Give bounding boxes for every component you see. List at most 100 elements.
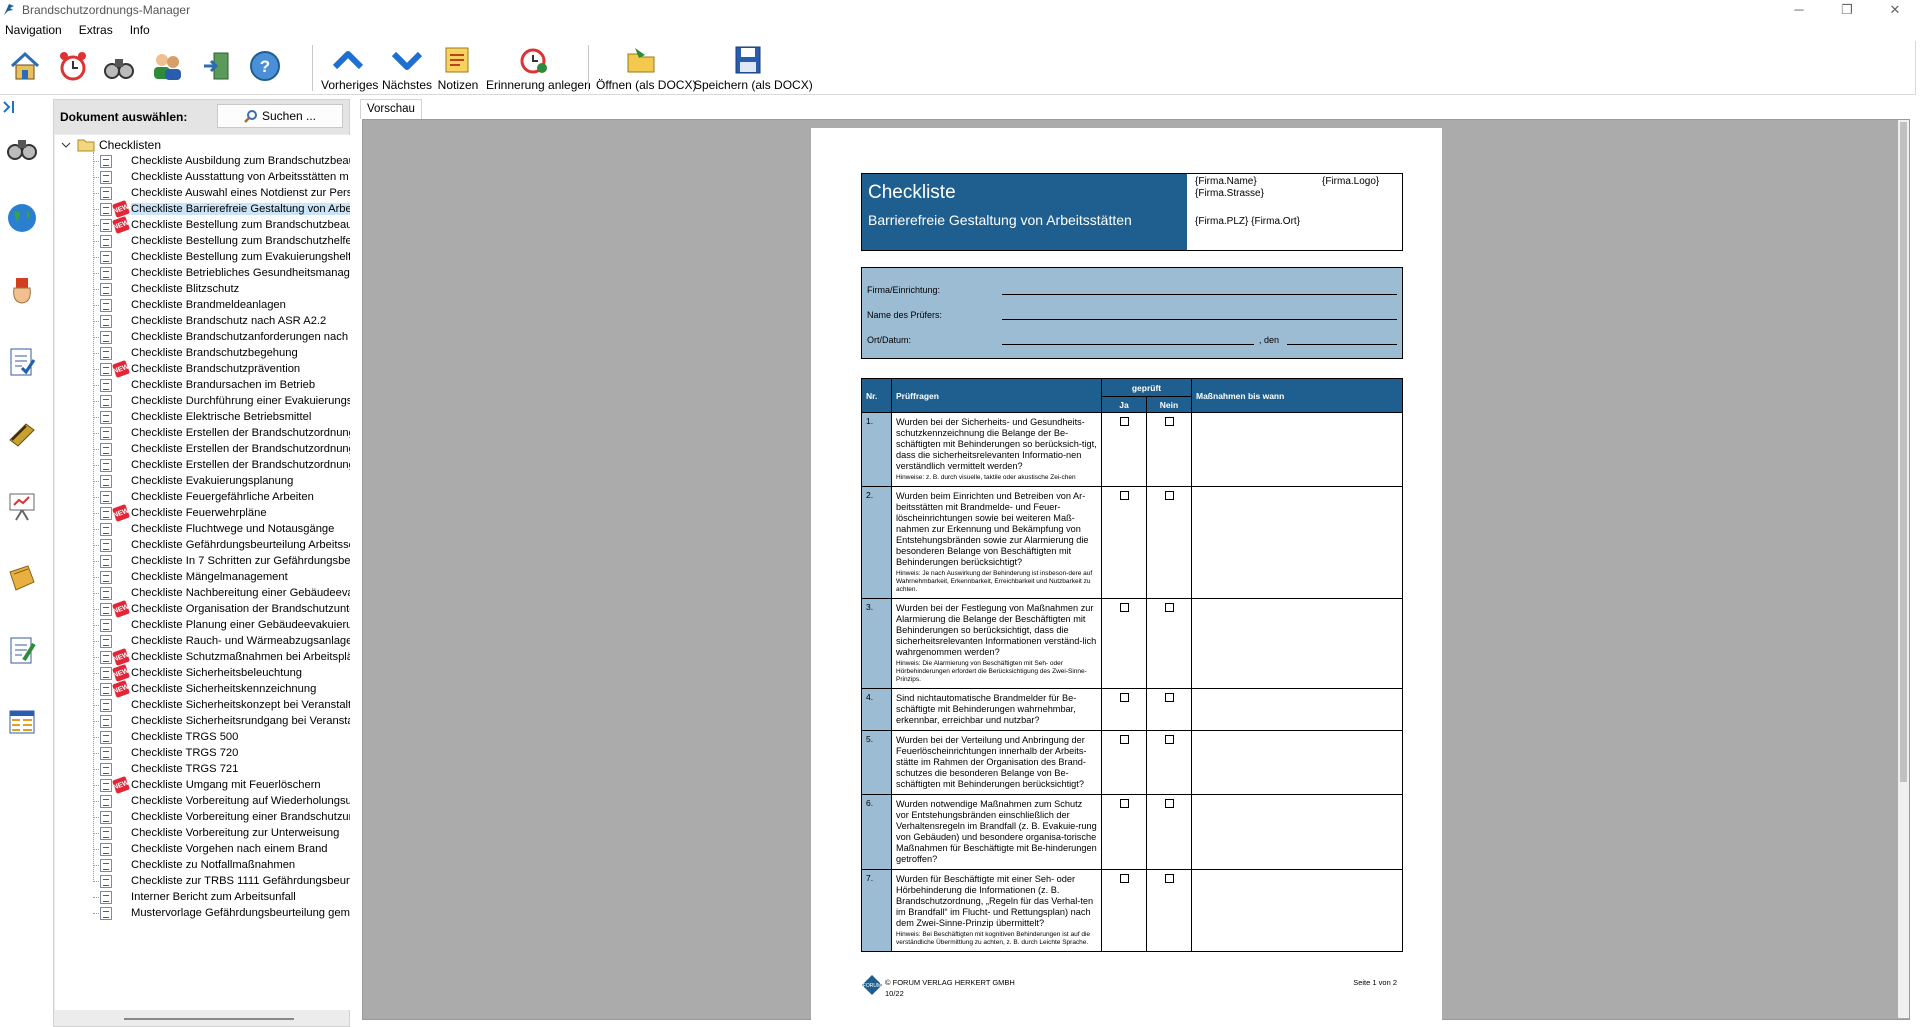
- tree-item[interactable]: Checkliste Evakuierungsplanung: [93, 473, 293, 489]
- tree-item[interactable]: Checkliste Bestellung zum Evakuierungshe…: [93, 249, 350, 265]
- tree-item[interactable]: Checkliste In 7 Schritten zur Gefährdung…: [93, 553, 350, 569]
- tree-item[interactable]: Checkliste Gefährdungsbeurteilung Arbeit…: [93, 537, 350, 553]
- checkbox-nein[interactable]: [1164, 491, 1174, 500]
- tree-item[interactable]: Checkliste zu Notfallmaßnahmen: [93, 857, 295, 873]
- previous-button[interactable]: Vorheriges: [321, 45, 378, 92]
- tree-item[interactable]: Checkliste Feuergefährliche Arbeiten: [93, 489, 314, 505]
- checklist-icon[interactable]: [6, 346, 38, 378]
- checkbox-nein[interactable]: [1164, 874, 1174, 883]
- tree-item[interactable]: Checkliste Erstellen der Brandschutzordn…: [93, 441, 350, 457]
- binoculars-icon[interactable]: [102, 49, 136, 83]
- cell-massnahmen[interactable]: [1191, 730, 1403, 795]
- tree-item[interactable]: Checkliste Brandmeldeanlagen: [93, 297, 286, 313]
- tree-item[interactable]: Checkliste TRGS 720: [93, 745, 238, 761]
- exit-icon[interactable]: [200, 49, 234, 83]
- tree-item[interactable]: Checkliste TRGS 500: [93, 729, 238, 745]
- cell-massnahmen[interactable]: [1191, 412, 1403, 487]
- tree-item[interactable]: Checkliste TRGS 721: [93, 761, 238, 777]
- tree-item[interactable]: Checkliste Vorbereitung zur Unterweisung: [93, 825, 339, 841]
- maximize-button[interactable]: ❐: [1824, 0, 1870, 19]
- collapse-panel-icon[interactable]: [2, 100, 16, 114]
- tree-item[interactable]: Checkliste Brandschutzanforderungen nach…: [93, 329, 350, 345]
- menu-extras[interactable]: Extras: [79, 23, 113, 37]
- tree-item[interactable]: NEW Checkliste Brandschutzprävention: [93, 360, 300, 378]
- tree-item[interactable]: Checkliste Blitzschutz: [93, 281, 239, 297]
- tree-item[interactable]: Checkliste Ausbildung zum Brandschutzbea…: [93, 153, 350, 169]
- checkbox-ja[interactable]: [1119, 735, 1129, 744]
- checkbox-ja[interactable]: [1119, 491, 1129, 500]
- cell-massnahmen[interactable]: [1191, 794, 1403, 870]
- checkbox-ja[interactable]: [1119, 874, 1129, 883]
- save-docx-button[interactable]: Speichern (als DOCX): [694, 45, 813, 92]
- tree-item[interactable]: Interner Bericht zum Arbeitsunfall: [93, 889, 296, 905]
- minimize-button[interactable]: ─: [1776, 0, 1822, 19]
- checkbox-nein[interactable]: [1164, 603, 1174, 612]
- tree-item[interactable]: Checkliste Vorbereitung auf Wiederholung…: [93, 793, 350, 809]
- scrollbar-thumb[interactable]: [1900, 122, 1907, 782]
- tree-item[interactable]: Checkliste Auswahl eines Notdienst zur P…: [93, 185, 350, 201]
- cell-massnahmen[interactable]: [1191, 598, 1403, 689]
- tree-item[interactable]: NEW Checkliste Organisation der Brandschu…: [93, 600, 350, 618]
- tree-root-checklisten[interactable]: Checklisten: [61, 137, 161, 152]
- menu-navigation[interactable]: Navigation: [5, 23, 62, 37]
- tree-item[interactable]: Checkliste Brandschutz nach ASR A2.2: [93, 313, 326, 329]
- tree-item[interactable]: Mustervorlage Gefährdungsbeurteilung gem…: [93, 905, 350, 921]
- tree-item[interactable]: Checkliste Mängelmanagement: [93, 569, 288, 585]
- table-icon[interactable]: [6, 706, 38, 738]
- edit-document-icon[interactable]: [6, 634, 38, 666]
- tree-item[interactable]: NEW Checkliste Sicherheitskennzeichnung: [93, 680, 316, 698]
- open-docx-button[interactable]: Öffnen (als DOCX): [596, 45, 696, 92]
- checkbox-nein[interactable]: [1164, 799, 1174, 808]
- tree-item[interactable]: Checkliste Nachbereitung einer Gebäudeev…: [93, 585, 350, 601]
- alarm-clock-icon[interactable]: [56, 49, 90, 83]
- checkbox-nein[interactable]: [1164, 735, 1174, 744]
- search-button[interactable]: Suchen ...: [217, 104, 343, 128]
- checkbox-ja[interactable]: [1119, 417, 1129, 426]
- presentation-icon[interactable]: [6, 490, 38, 522]
- binoculars-icon[interactable]: [6, 132, 38, 164]
- tree-item[interactable]: Checkliste Sicherheitskonzept bei Verans…: [93, 697, 350, 713]
- cell-massnahmen[interactable]: [1191, 688, 1403, 731]
- tree-item[interactable]: Checkliste Erstellen der Brandschutzordn…: [93, 457, 350, 473]
- home-icon[interactable]: [8, 49, 42, 83]
- checkbox-nein[interactable]: [1164, 417, 1174, 426]
- tree-item[interactable]: NEW Checkliste Umgang mit Feuerlöschern: [93, 776, 321, 794]
- tree-item[interactable]: NEW Checkliste Feuerwehrpläne: [93, 504, 267, 522]
- tree-item[interactable]: Checkliste Sicherheitsrundgang bei Veran…: [93, 713, 350, 729]
- cell-massnahmen[interactable]: [1191, 869, 1403, 952]
- tree-item[interactable]: Checkliste Vorbereitung einer Brandschut…: [93, 809, 350, 825]
- checkbox-ja[interactable]: [1119, 693, 1129, 702]
- help-icon[interactable]: ?: [248, 49, 282, 83]
- tree-item[interactable]: Checkliste Vorgehen nach einem Brand: [93, 841, 328, 857]
- chevron-down-icon[interactable]: [61, 140, 71, 150]
- tree-item[interactable]: Checkliste zur TRBS 1111 Gefährdungsbeur…: [93, 873, 350, 889]
- checkbox-ja[interactable]: [1119, 799, 1129, 808]
- next-button[interactable]: Nächstes: [382, 45, 432, 92]
- tree-item[interactable]: Checkliste Durchführung einer Evakuierun…: [93, 393, 350, 409]
- tree-item[interactable]: NEW Checkliste Barrierefreie Gestaltung v…: [93, 200, 350, 218]
- hand-icon[interactable]: [6, 274, 38, 306]
- checkbox-nein[interactable]: [1164, 693, 1174, 702]
- tree-item[interactable]: Checkliste Brandursachen im Betrieb: [93, 377, 315, 393]
- users-icon[interactable]: [150, 49, 184, 83]
- folder-book-icon[interactable]: [6, 562, 38, 594]
- book-icon[interactable]: [6, 418, 38, 450]
- checkbox-ja[interactable]: [1119, 603, 1129, 612]
- tree-item[interactable]: Checkliste Planung einer Gebäudeevakuier…: [93, 617, 350, 633]
- tree-item[interactable]: Checkliste Erstellen der Brandschutzordn…: [93, 425, 350, 441]
- tree-item[interactable]: Checkliste Betriebliches Gesundheitsmana…: [93, 265, 350, 281]
- cell-massnahmen[interactable]: [1191, 486, 1403, 599]
- notes-button[interactable]: Notizen: [437, 45, 479, 92]
- tree-item[interactable]: NEW Checkliste Schutzmaßnahmen bei Arbeit…: [93, 648, 350, 666]
- reminder-button[interactable]: Erinnerung anlegen: [486, 45, 591, 92]
- tree-item[interactable]: NEW Checkliste Bestellung zum Brandschutz…: [93, 216, 350, 234]
- menu-info[interactable]: Info: [130, 23, 150, 37]
- vertical-scrollbar[interactable]: [1898, 120, 1909, 1018]
- tree-item[interactable]: Checkliste Brandschutzbegehung: [93, 345, 298, 361]
- horizontal-scrollbar[interactable]: [124, 1018, 294, 1020]
- tree-item[interactable]: Checkliste Fluchtwege und Notausgänge: [93, 521, 334, 537]
- tree-item[interactable]: Checkliste Elektrische Betriebsmittel: [93, 409, 311, 425]
- tree-item[interactable]: Checkliste Rauch- und Wärmeabzugsanlagen: [93, 633, 350, 649]
- tree-item[interactable]: NEW Checkliste Sicherheitsbeleuchtung: [93, 664, 302, 682]
- close-button[interactable]: ✕: [1872, 0, 1918, 19]
